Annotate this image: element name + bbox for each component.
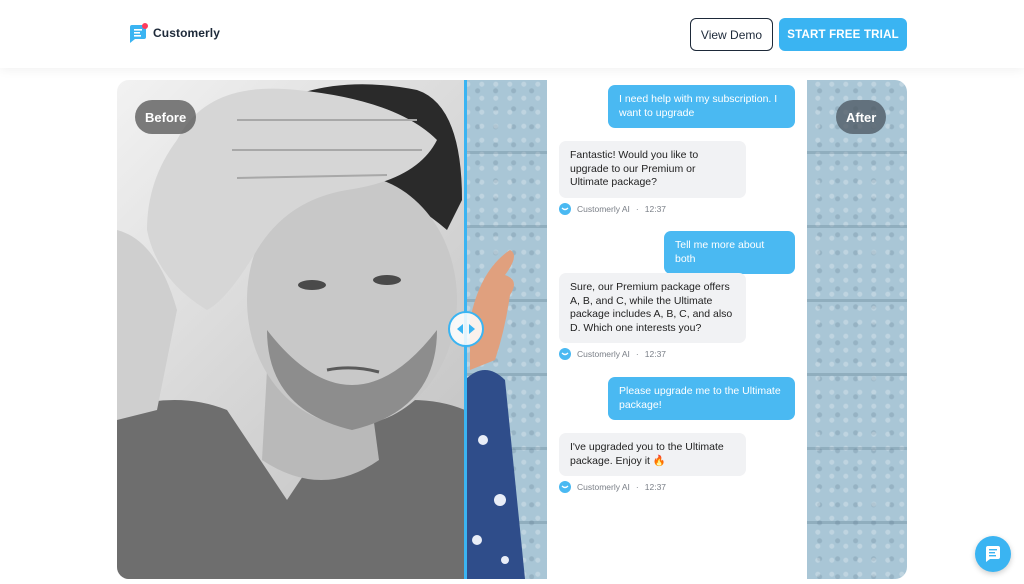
left-right-arrows-icon[interactable] [448,311,484,347]
brand-name: Customerly [153,26,221,40]
user-message: I need help with my subscription. I want… [608,85,795,128]
message-meta: Customerly AI · 12:37 [559,348,666,360]
user-message: Tell me more about both [664,231,795,274]
user-message: Please upgrade me to the Ultimate packag… [608,377,795,420]
brand-logo[interactable]: Customerly [127,23,220,43]
message-time: 12:37 [644,204,667,214]
chat-launcher-icon[interactable] [975,536,1011,572]
after-badge: After [836,100,887,134]
before-photo: Before [117,80,465,579]
stressed-man-illustration [117,84,465,579]
ai-message: Fantastic! Would you like to upgrade to … [559,141,746,198]
meta-separator: · [635,349,639,359]
before-badge: Before [135,100,197,134]
meta-separator: · [635,482,639,492]
chat-bubble-logo-icon [127,23,148,43]
meta-separator: · [635,204,639,214]
ai-message: I've upgraded you to the Ultimate packag… [559,433,746,476]
message-time: 12:37 [644,349,667,359]
ai-message: Sure, our Premium package offers A, B, a… [559,273,746,343]
view-demo-button[interactable]: View Demo [690,18,773,51]
site-header: Customerly View Demo START FREE TRIAL [0,0,1024,68]
message-meta: Customerly AI · 12:37 [559,203,666,215]
sender-name: Customerly AI [577,482,630,492]
chat-transcript: I need help with my subscription. I want… [547,80,807,579]
ai-avatar-icon [559,481,571,493]
ai-avatar-icon [559,203,571,215]
before-after-showcase: Before After I need help with my subscri… [117,80,907,579]
start-free-trial-button[interactable]: START FREE TRIAL [779,18,907,51]
sender-name: Customerly AI [577,349,630,359]
message-meta: Customerly AI · 12:37 [559,481,666,493]
ai-avatar-icon [559,348,571,360]
sender-name: Customerly AI [577,204,630,214]
message-time: 12:37 [644,482,667,492]
